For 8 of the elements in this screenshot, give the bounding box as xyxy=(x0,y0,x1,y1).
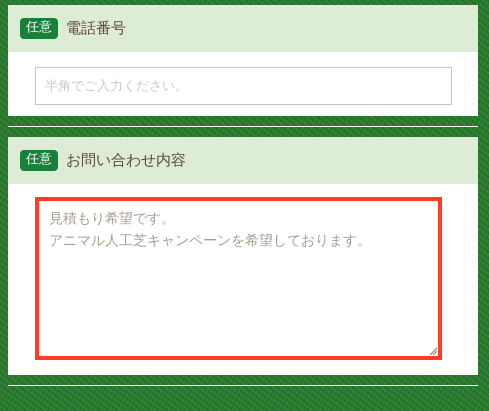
text-line: 見積もり希望です。 xyxy=(49,210,175,229)
field-label: 電話番号 xyxy=(66,18,126,40)
optional-badge: 任意 xyxy=(20,18,58,39)
text-area[interactable]: 見積もり希望です。 アニマル人工芝キャンペーンを希望しております。 xyxy=(35,197,442,360)
resize-handle-icon[interactable] xyxy=(429,347,437,355)
field-label: お問い合わせ内容 xyxy=(66,150,186,172)
text-line: アニマル人工芝キャンペーンを希望しております。 xyxy=(49,232,371,251)
optional-badge: 任意 xyxy=(20,150,58,171)
